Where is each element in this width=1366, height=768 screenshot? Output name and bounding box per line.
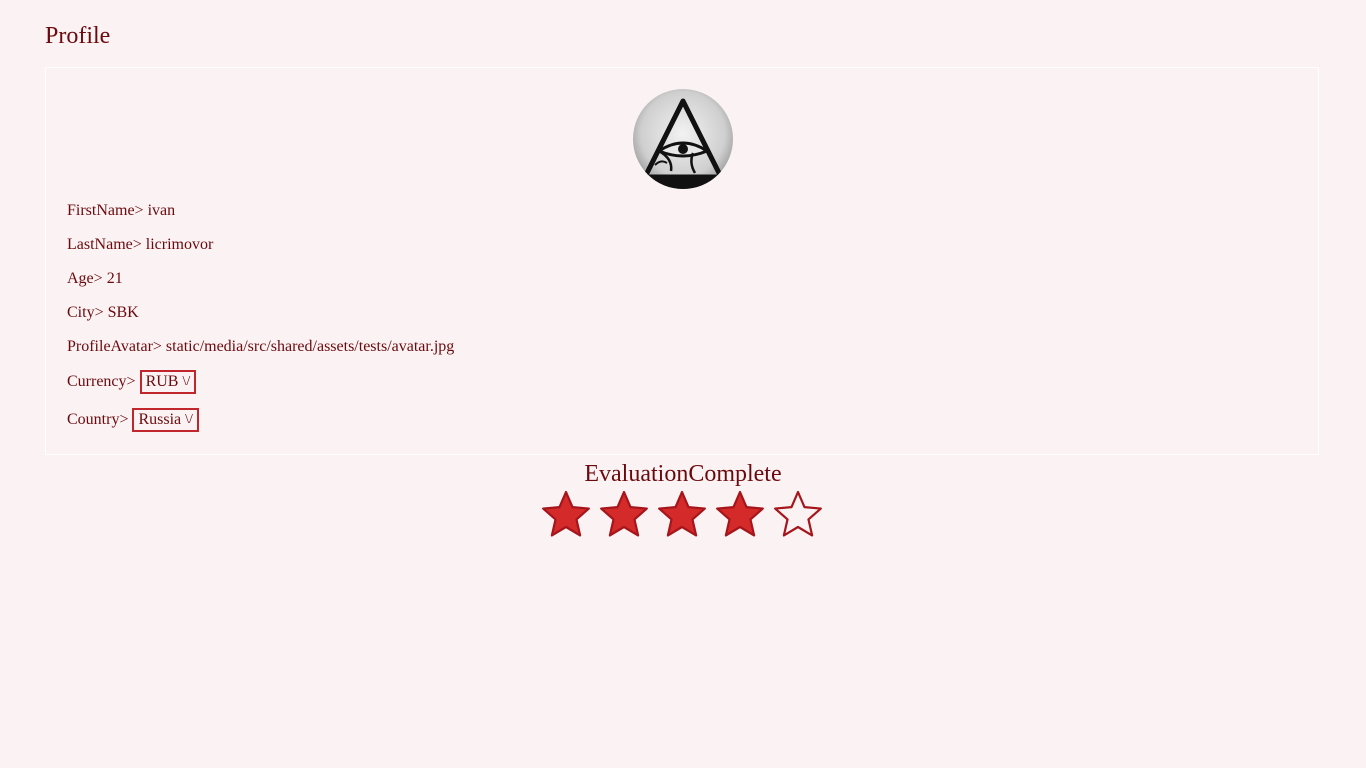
star-filled-icon[interactable] (599, 488, 649, 540)
first-name-label: FirstName> (67, 202, 144, 219)
currency-row: Currency> RUB \/ (67, 370, 197, 394)
currency-select[interactable]: RUB \/ (139, 370, 197, 394)
avatar-path-value: static/media/src/shared/assets/tests/ava… (165, 338, 455, 355)
first-name-row: FirstName> ivan (67, 201, 175, 221)
avatar-path-label: ProfileAvatar> (67, 338, 162, 355)
first-name-value: ivan (147, 202, 176, 219)
profile-card: FirstName> ivan LastName> licrimovor Age… (45, 67, 1319, 455)
page-title: Profile (45, 23, 111, 49)
eye-of-providence-icon (633, 89, 733, 189)
chevron-down-icon: \/ (182, 374, 191, 389)
country-value: Russia (138, 411, 182, 428)
star-empty-icon[interactable] (773, 488, 823, 540)
avatar-path-row: ProfileAvatar> static/media/src/shared/a… (67, 337, 454, 357)
last-name-label: LastName> (67, 236, 142, 253)
star-filled-icon[interactable] (715, 488, 765, 540)
star-filled-icon[interactable] (657, 488, 707, 540)
country-label: Country> (67, 411, 129, 428)
currency-value: RUB (145, 373, 179, 390)
last-name-row: LastName> licrimovor (67, 235, 213, 255)
last-name-value: licrimovor (145, 236, 214, 253)
country-row: Country> Russia \/ (67, 408, 199, 432)
age-value: 21 (106, 270, 123, 287)
profile-avatar (633, 89, 733, 189)
age-label: Age> (67, 270, 103, 287)
star-filled-icon[interactable] (541, 488, 591, 540)
evaluation-label: EvaluationComplete (584, 461, 782, 487)
age-row: Age> 21 (67, 269, 123, 289)
country-select[interactable]: Russia \/ (132, 408, 199, 432)
currency-label: Currency> (67, 373, 136, 390)
chevron-down-icon: \/ (185, 412, 193, 427)
star-rating (541, 488, 823, 540)
city-value: SBK (107, 304, 139, 321)
city-label: City> (67, 304, 104, 321)
city-row: City> SBK (67, 303, 139, 323)
